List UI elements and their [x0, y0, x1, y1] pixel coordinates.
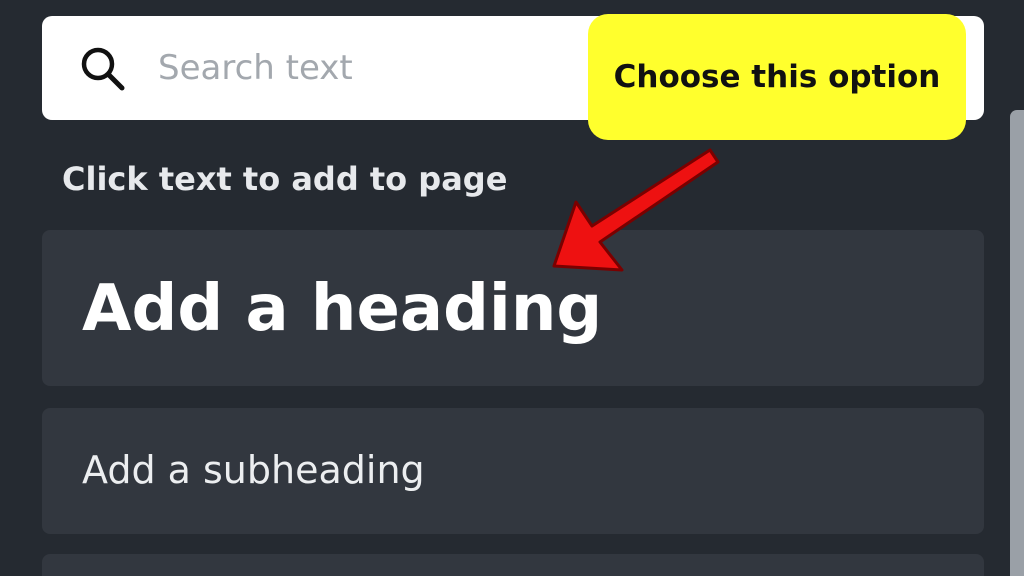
- text-panel: Click text to add to page Add a heading …: [0, 0, 1024, 576]
- add-body-text-option[interactable]: [42, 554, 984, 576]
- section-label: Click text to add to page: [62, 160, 508, 198]
- annotation-callout: Choose this option: [588, 14, 966, 140]
- add-heading-option[interactable]: Add a heading: [42, 230, 984, 386]
- search-input[interactable]: [158, 40, 578, 96]
- search-icon: [81, 47, 125, 91]
- add-heading-label: Add a heading: [82, 272, 603, 346]
- callout-text: Choose this option: [613, 59, 941, 95]
- add-subheading-option[interactable]: Add a subheading: [42, 408, 984, 534]
- scrollbar[interactable]: [1010, 110, 1024, 576]
- annotation-arrow-icon: [552, 148, 720, 272]
- add-subheading-label: Add a subheading: [82, 448, 425, 492]
